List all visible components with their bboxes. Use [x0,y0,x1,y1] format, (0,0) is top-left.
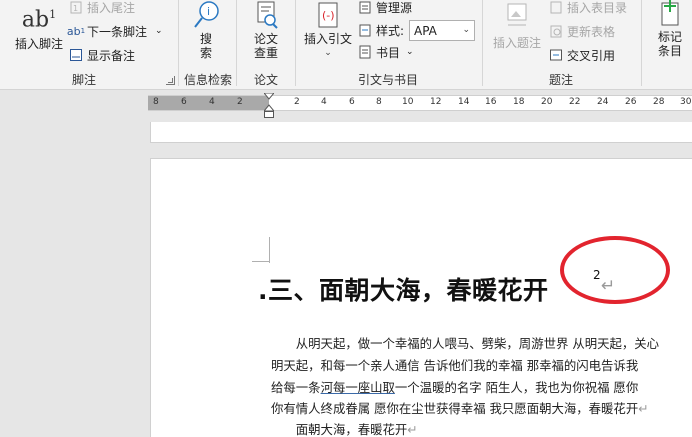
next-footnote-icon: ab 1 [66,24,86,38]
ruler-number: 8 [153,97,159,107]
group-separator [641,0,642,86]
paragraph-line[interactable]: 从明天起，做一个幸福的人喂马、劈柴，周游世界 从明天起，关心 [271,334,659,352]
show-notes-icon [68,47,84,63]
ruler-number: 8 [376,97,382,107]
update-table-button[interactable]: 更新表格 [548,22,615,40]
ruler-number: 4 [321,97,327,107]
chevron-down-icon: ⌄ [406,47,414,57]
manage-sources-icon [357,0,373,15]
search-button[interactable]: i 搜 索 [188,0,224,60]
citations-group-label: 引文与书目 [358,73,419,87]
insert-footnote-button[interactable]: ab1 插入脚注 [10,2,68,51]
margin-corner-mark [268,237,270,263]
section-heading[interactable]: .三、面朝大海，春暖花开 [258,271,549,307]
paragraph-line[interactable]: 给每一条河每一座山取一个温暖的名字 陌生人，我也为你祝福 愿你 [271,378,638,396]
refresh-icon [548,23,564,39]
ruler-number: 18 [513,97,525,107]
next-footnote-button[interactable]: ab 1 下一条脚注 ⌄ [66,22,163,40]
previous-page [150,122,692,143]
footnote-icon: ab1 [21,7,57,33]
horizontal-ruler[interactable]: 8 6 4 2 2 4 6 8 10 12 14 16 18 20 22 24 … [148,95,692,111]
group-separator [236,0,237,86]
ruler-number: 6 [349,97,355,107]
chevron-down-icon: ⌄ [155,26,163,36]
ruler-number: 24 [597,97,609,107]
chevron-down-icon: ⌄ [324,48,332,58]
ruler-number: 4 [209,97,215,107]
bibliography-icon [357,44,373,60]
ruler-number: 14 [458,97,470,107]
references-ribbon: ab1 插入脚注 1 插入尾注 ab 1 下一条脚注 ⌄ 显示备注 脚注 i 搜… [0,0,692,90]
search-icon: i [188,0,224,32]
margin-corner-mark [252,261,270,262]
cross-reference-icon [548,47,564,63]
table-of-figures-icon [548,0,564,15]
research-group-label: 信息检索 [184,73,233,87]
group-separator [482,0,483,86]
paper-check-button[interactable]: 论文 查重 [246,0,286,60]
ruler-number: 2 [294,97,300,107]
svg-text:1: 1 [73,4,78,13]
insert-caption-icon [488,2,546,32]
ruler-number: 2 [237,97,243,107]
ruler-number: 22 [569,97,581,107]
paper-group-label: 论文 [254,73,279,87]
insert-citation-icon: (-) [300,0,356,32]
paragraph-line[interactable]: 明天起，和每一个亲人通信 告诉他们我的幸福 那幸福的闪电告诉我 [271,356,638,374]
captions-group-label: 题注 [549,73,574,87]
insert-endnote-button[interactable]: 1 插入尾注 [68,0,135,16]
chevron-down-icon: ⌄ [462,25,470,35]
indent-marker-icon[interactable] [262,92,276,119]
insert-table-of-figures-button[interactable]: 插入表目录 [548,0,627,16]
ruler-number: 26 [625,97,637,107]
footnotes-group-label: 脚注 [72,73,97,87]
show-notes-button[interactable]: 显示备注 [68,46,135,64]
group-separator [178,0,179,86]
endnote-icon: 1 [68,0,84,15]
highlight-circle-annotation [560,236,670,304]
paragraph-mark-icon: ↵ [638,401,649,416]
insert-citation-button[interactable]: (-) 插入引文 ⌄ [300,0,356,60]
document-search-icon [246,0,286,32]
paragraph-line[interactable]: 面朝大海，春暖花开↵ [271,420,418,437]
paragraph-line[interactable]: 你有情人终成眷属 愿你在尘世获得幸福 我只愿面朝大海，春暖花开↵ [271,399,649,417]
mark-entry-button[interactable]: 标记 条目 [648,0,692,58]
insert-caption-button[interactable]: 插入题注 [488,2,546,50]
group-separator [295,0,296,86]
ruler-number: 6 [181,97,187,107]
paragraph-mark-icon: ↵ [407,422,418,437]
ruler-number: 30 [680,97,692,107]
style-icon [357,22,373,38]
ruler-number: 16 [485,97,497,107]
ruler-number: 20 [541,97,553,107]
ruler-number: 28 [653,97,665,107]
svg-text:(-): (-) [322,9,335,22]
ruler-number: 12 [430,97,442,107]
manage-sources-button[interactable]: 管理源 [357,0,412,16]
svg-text:i: i [207,5,210,18]
ruler-number: 10 [402,97,414,107]
underlined-text: 河每一座山取 [320,380,395,395]
citation-style-select[interactable]: APA ⌄ [409,20,475,41]
bibliography-button[interactable]: 书目 ⌄ [357,43,414,61]
cross-reference-button[interactable]: 交叉引用 [548,46,615,64]
footnotes-dialog-launcher-icon[interactable] [166,76,175,85]
style-label: 样式: [357,21,404,39]
word-window: ab1 插入脚注 1 插入尾注 ab 1 下一条脚注 ⌄ 显示备注 脚注 i 搜… [0,0,692,437]
mark-entry-icon [648,0,692,30]
